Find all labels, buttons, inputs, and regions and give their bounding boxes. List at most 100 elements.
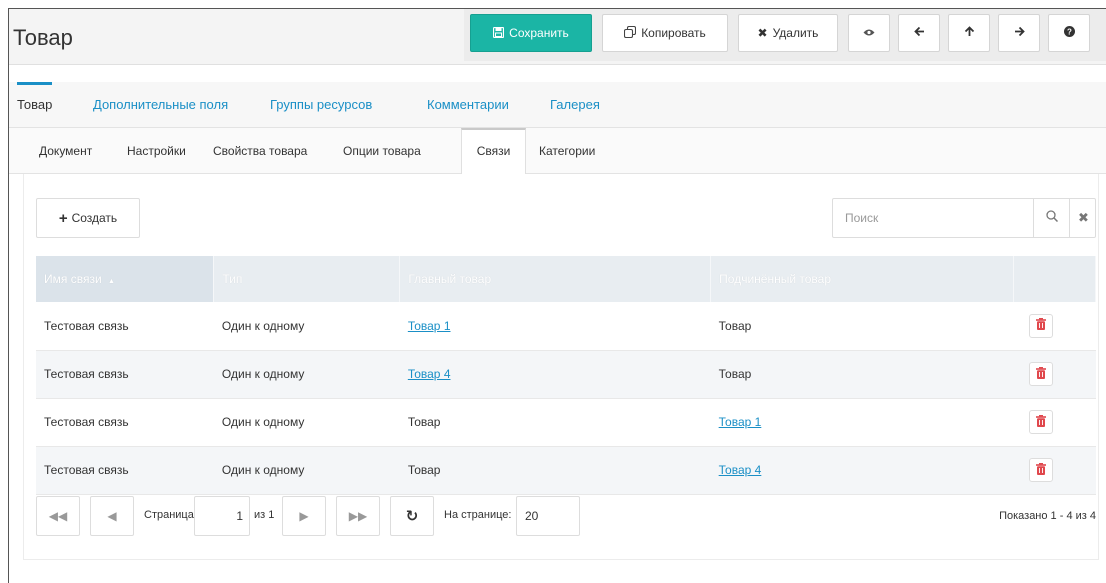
- slave-product-link[interactable]: Товар 4: [719, 463, 762, 477]
- close-icon: ✖: [1078, 210, 1089, 225]
- delete-row-button[interactable]: [1028, 458, 1053, 482]
- delete-row-button[interactable]: [1028, 410, 1053, 434]
- page-title: Товар: [13, 25, 73, 50]
- pagination: ◀◀ ◀ Страница из 1 ▶ ▶▶ ↻ На странице: П…: [36, 496, 1096, 540]
- toolbar: Сохранить Копировать ✖ Удалить ?: [464, 9, 1106, 61]
- page-number-input[interactable]: [194, 496, 250, 536]
- records-shown-text: Показано 1 - 4 из 4: [999, 510, 1096, 522]
- per-page-label: На странице:: [444, 509, 512, 521]
- clear-search-button[interactable]: ✖: [1069, 199, 1097, 237]
- question-circle-icon: ?: [1063, 26, 1075, 40]
- sort-asc-icon: ▲: [108, 278, 115, 285]
- column-header-type[interactable]: Тип: [213, 256, 401, 302]
- links-table: Имя связи ▲ Тип Главный товар Подчинённы…: [36, 256, 1096, 495]
- save-button[interactable]: Сохранить: [470, 14, 592, 52]
- table-row: Тестовая связь Один к одному Товар Товар…: [36, 398, 1096, 447]
- close-icon: ✖: [757, 26, 768, 40]
- trash-icon: [1035, 366, 1046, 382]
- cell-type: Один к одному: [213, 350, 400, 399]
- master-product-link[interactable]: Товар 4: [408, 367, 451, 381]
- main-tabs: Товар Дополнительные поля Группы ресурсо…: [9, 82, 1106, 128]
- app-window: Товар Сохранить Копировать ✖ Удалить ? Т…: [8, 8, 1106, 583]
- page-count-label: из 1: [254, 509, 275, 521]
- search-button[interactable]: [1033, 199, 1069, 237]
- search-input[interactable]: [833, 199, 1033, 237]
- page-label: Страница: [144, 509, 194, 521]
- trash-icon: [1035, 318, 1046, 333]
- trash-icon: [1035, 462, 1046, 478]
- preview-button[interactable]: [848, 14, 890, 52]
- arrow-up-icon: [964, 26, 975, 40]
- cell-master: Товар 4: [399, 350, 711, 399]
- save-button-label: Сохранить: [509, 26, 569, 40]
- tab-additional-fields[interactable]: Дополнительные поля: [93, 82, 228, 128]
- copy-button[interactable]: Копировать: [602, 14, 728, 52]
- column-header-slave-product[interactable]: Подчинённый товар: [710, 256, 1014, 302]
- column-header-link-name[interactable]: Имя связи ▲: [36, 256, 215, 302]
- sub-tabs: Документ Настройки Свойства товара Опции…: [9, 128, 1106, 175]
- tab-resource-groups[interactable]: Группы ресурсов: [270, 82, 372, 128]
- plus-icon: +: [58, 209, 68, 227]
- table-row: Тестовая связь Один к одному Товар 4 Тов…: [36, 350, 1096, 399]
- column-header-actions: [1013, 256, 1096, 302]
- arrow-left-icon: [913, 26, 925, 40]
- trash-icon: [1035, 414, 1046, 430]
- svg-text:?: ?: [1067, 27, 1072, 36]
- column-label: Тип: [222, 272, 243, 286]
- master-product-link[interactable]: Товар 1: [408, 319, 451, 333]
- next-page-button[interactable]: ▶: [282, 496, 326, 536]
- delete-row-button[interactable]: [1028, 362, 1053, 386]
- tab-settings[interactable]: Настройки: [127, 128, 186, 174]
- column-label: Имя связи: [44, 272, 102, 286]
- help-button[interactable]: ?: [1048, 14, 1090, 52]
- delete-button-label: Удалить: [772, 26, 819, 40]
- table-row: Тестовая связь Один к одному Товар Товар…: [36, 446, 1096, 495]
- copy-icon: [624, 25, 637, 40]
- header: Товар Сохранить Копировать ✖ Удалить ?: [9, 9, 1106, 65]
- tab-categories[interactable]: Категории: [539, 128, 595, 174]
- search-box: ✖: [832, 198, 1096, 238]
- tab-comments[interactable]: Комментарии: [427, 82, 509, 128]
- chevron-right-icon: ▶: [299, 509, 309, 523]
- tab-gallery[interactable]: Галерея: [550, 82, 600, 128]
- double-chevron-left-icon: ◀◀: [48, 509, 68, 523]
- up-button[interactable]: [948, 14, 990, 52]
- create-button-label: Создать: [71, 211, 118, 225]
- last-page-button[interactable]: ▶▶: [336, 496, 380, 536]
- cell-link-name: Тестовая связь: [36, 302, 214, 351]
- chevron-left-icon: ◀: [107, 509, 117, 523]
- table-header-row: Имя связи ▲ Тип Главный товар Подчинённы…: [36, 256, 1096, 302]
- cell-master: Товар 1: [399, 302, 711, 351]
- refresh-button[interactable]: ↻: [390, 496, 434, 536]
- create-button[interactable]: + Создать: [36, 198, 140, 238]
- tab-document[interactable]: Документ: [39, 128, 92, 174]
- first-page-button[interactable]: ◀◀: [36, 496, 80, 536]
- cell-link-name: Тестовая связь: [36, 446, 214, 495]
- column-header-master-product[interactable]: Главный товар: [399, 256, 712, 302]
- cell-actions: [1013, 350, 1096, 399]
- tab-product-properties[interactable]: Свойства товара: [213, 128, 307, 174]
- delete-button[interactable]: ✖ Удалить: [738, 14, 838, 52]
- cell-actions: [1013, 398, 1096, 447]
- slave-product-link[interactable]: Товар 1: [719, 415, 762, 429]
- tab-product-options[interactable]: Опции товара: [343, 128, 421, 174]
- cell-type: Один к одному: [213, 446, 400, 495]
- tab-links[interactable]: Связи: [461, 128, 526, 175]
- cell-link-name: Тестовая связь: [36, 398, 214, 447]
- column-label: Главный товар: [408, 272, 492, 286]
- cell-actions: [1013, 302, 1096, 351]
- cell-slave: Товар 4: [710, 446, 1014, 495]
- refresh-icon: ↻: [405, 508, 419, 525]
- cell-type: Один к одному: [213, 302, 400, 351]
- copy-button-label: Копировать: [641, 26, 706, 40]
- previous-button[interactable]: [898, 14, 940, 52]
- prev-page-button[interactable]: ◀: [90, 496, 134, 536]
- eye-icon: [863, 26, 875, 40]
- delete-row-button[interactable]: [1028, 313, 1053, 338]
- next-button[interactable]: [998, 14, 1040, 52]
- cell-slave: Товар: [710, 302, 1014, 351]
- cell-link-name: Тестовая связь: [36, 350, 214, 399]
- per-page-input[interactable]: [516, 496, 580, 536]
- tab-product[interactable]: Товар: [17, 82, 53, 128]
- column-label: Подчинённый товар: [719, 272, 831, 286]
